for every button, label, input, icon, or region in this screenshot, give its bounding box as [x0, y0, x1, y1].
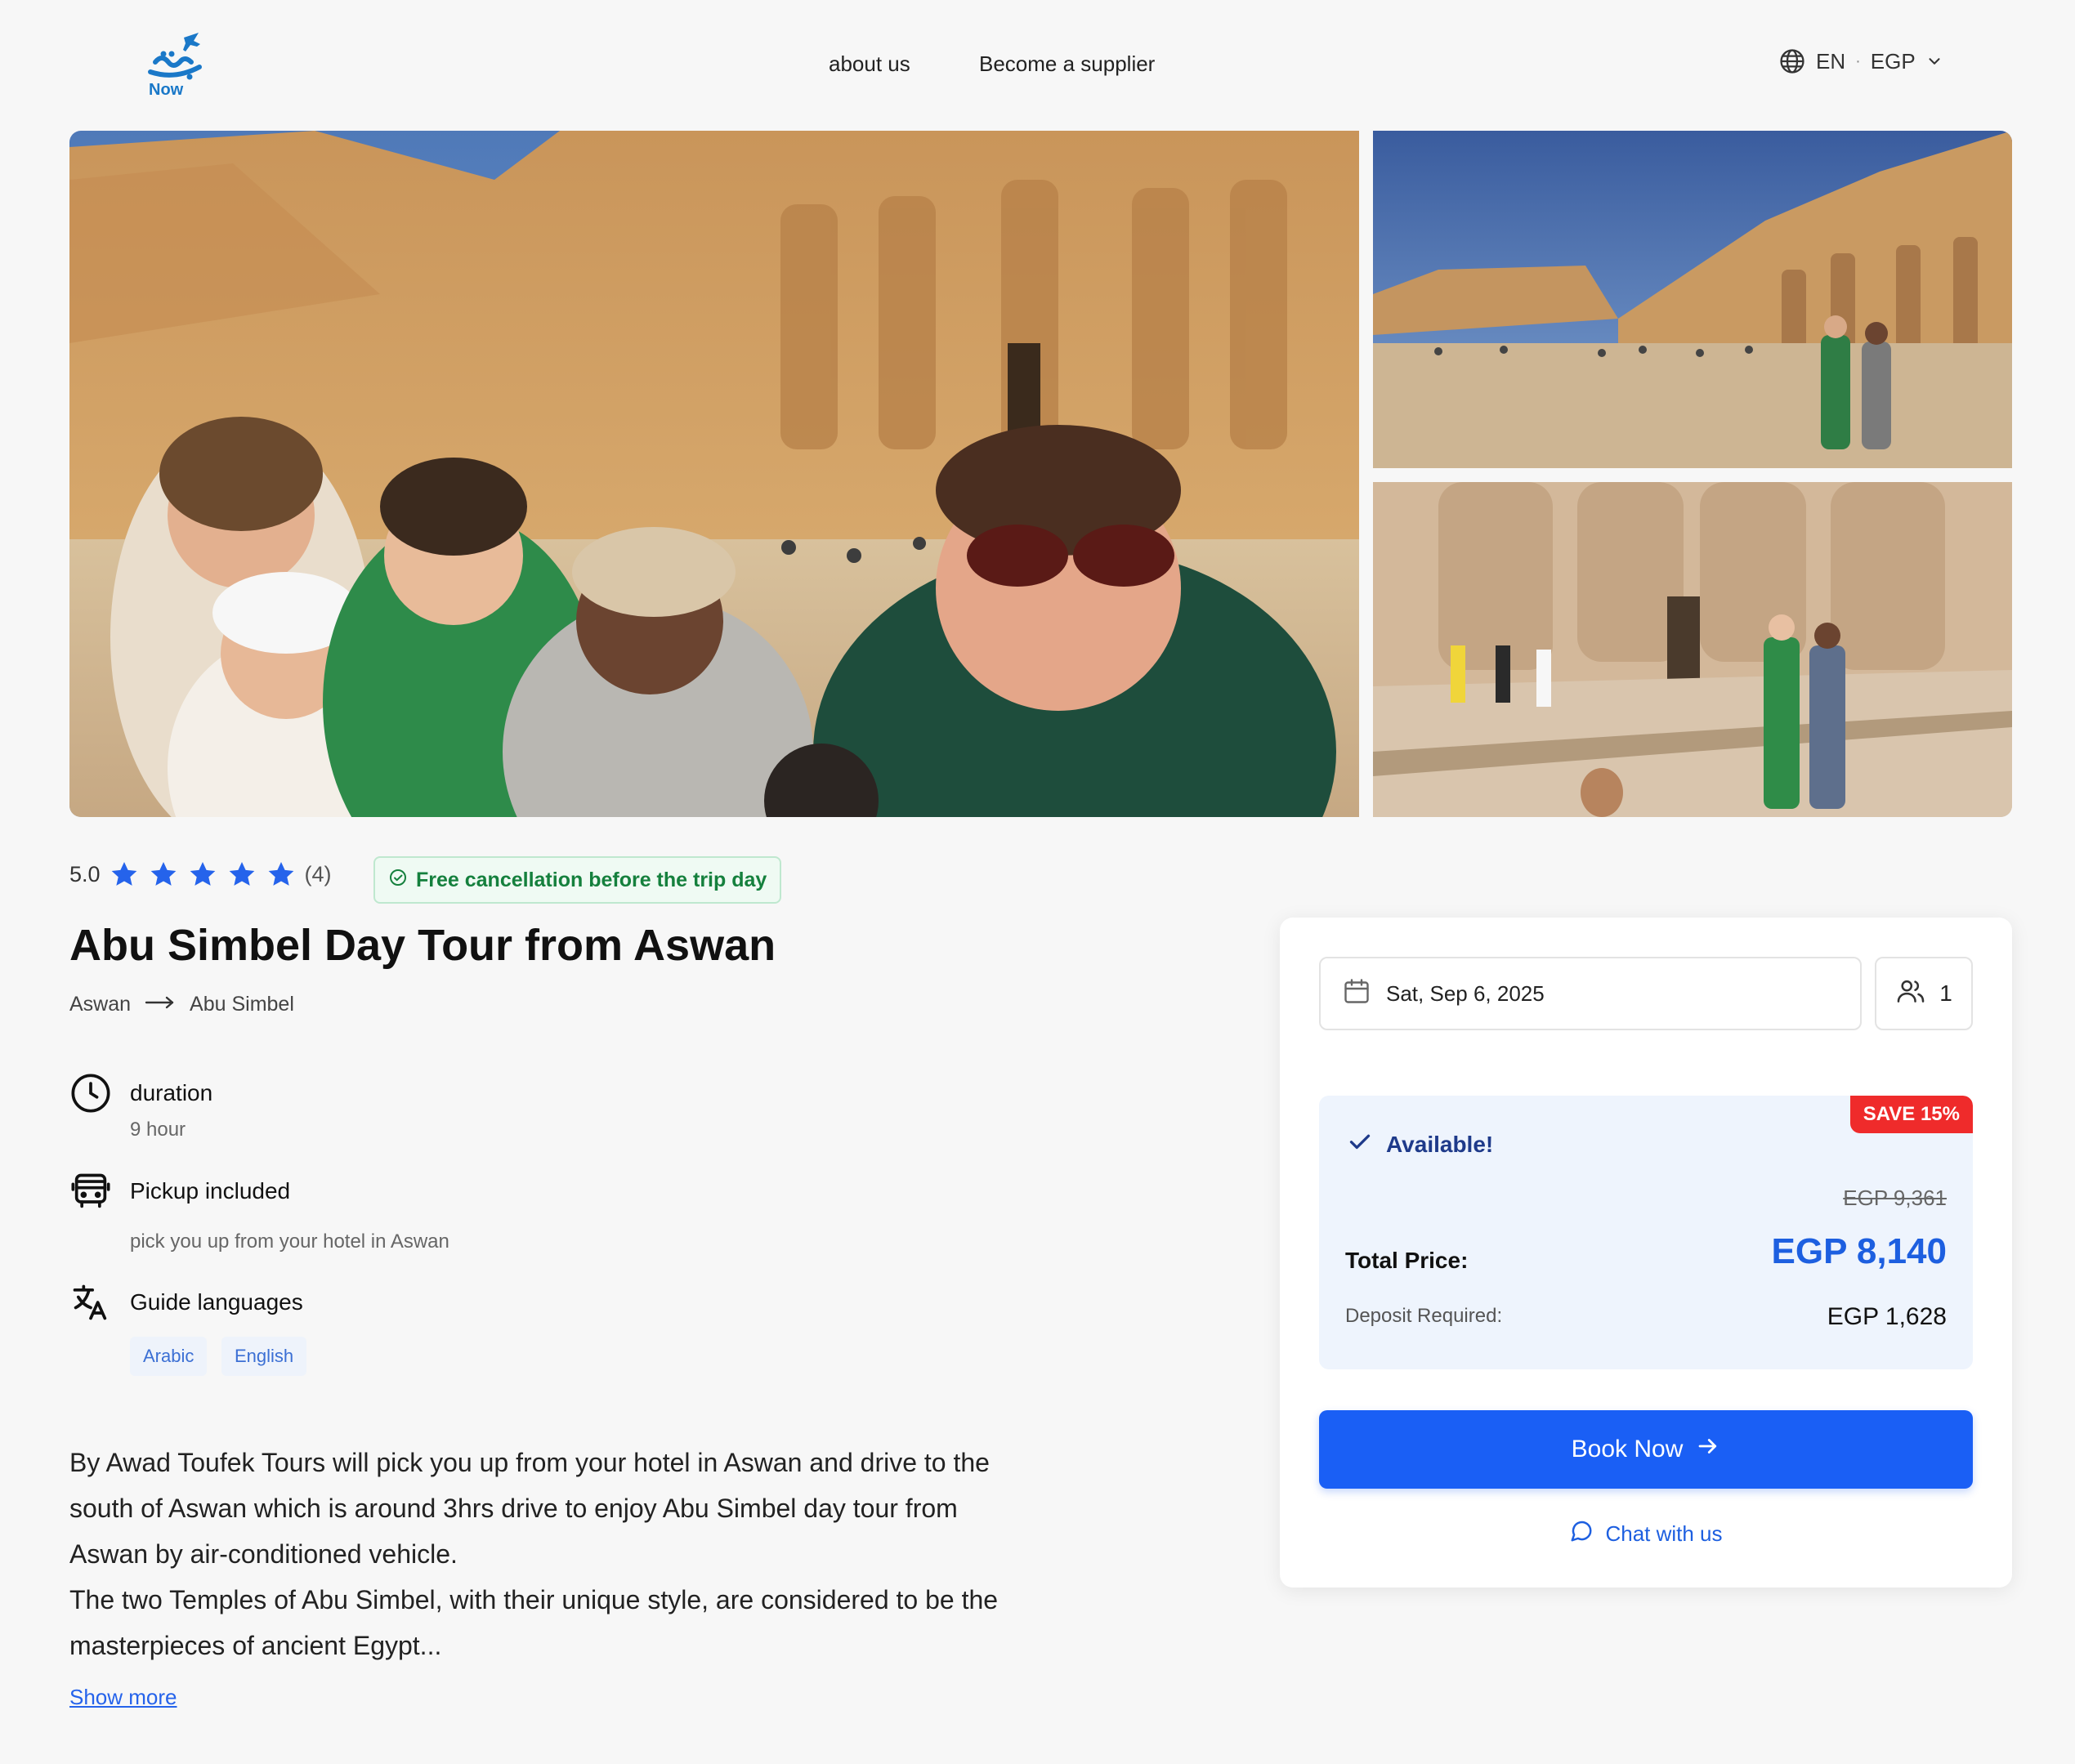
translate-icon [69, 1281, 112, 1324]
free-cancellation-badge: Free cancellation before the trip day [373, 856, 782, 904]
availability-panel: SAVE 15% Available! EGP 9,361 Total Pric… [1319, 1096, 1973, 1369]
chevron-down-icon [1925, 52, 1943, 70]
gallery-image-main[interactable] [69, 131, 1359, 817]
family-selfie-image [69, 131, 1359, 817]
check-icon [1345, 1127, 1375, 1162]
nav-become-supplier[interactable]: Become a supplier [979, 51, 1155, 77]
locale-separator: · [1855, 51, 1861, 70]
availability-status: Available! [1345, 1127, 1493, 1162]
gallery-image-top[interactable] [1373, 131, 2012, 468]
book-now-label: Book Now [1571, 1436, 1684, 1463]
date-picker[interactable]: Sat, Sep 6, 2025 [1319, 957, 1862, 1030]
deposit-value: EGP 1,628 [1827, 1303, 1947, 1330]
rating-value: 5.0 [69, 861, 101, 886]
show-more-link[interactable]: Show more [69, 1685, 177, 1710]
star-icon [229, 861, 254, 886]
locale-language: EN [1816, 48, 1846, 74]
site-header: Now about us Become a supplier EN · EGP [0, 0, 2075, 131]
statues-visitors-image [1373, 482, 2012, 817]
clock-icon [69, 1072, 112, 1114]
arrow-right-icon [144, 993, 177, 1016]
pickup-title: Pickup included [130, 1178, 291, 1204]
chat-with-us-label: Chat with us [1605, 1521, 1723, 1546]
review-count[interactable]: (4) [305, 862, 332, 887]
languages-title: Guide languages [130, 1289, 303, 1315]
star-icon [268, 861, 293, 886]
chat-with-us-link[interactable]: Chat with us [1280, 1519, 2012, 1549]
temples-wide-image [1373, 131, 2012, 468]
route: Aswan Abu Simbel [69, 993, 294, 1016]
bus-icon [69, 1170, 112, 1212]
nav-about-us[interactable]: about us [829, 51, 910, 77]
booking-card: Sat, Sep 6, 2025 1 SAVE 15% Available! E… [1280, 918, 2012, 1588]
photo-gallery [69, 131, 2012, 817]
logo-icon: Now [148, 33, 202, 99]
locale-currency: EGP [1870, 48, 1916, 74]
selected-date: Sat, Sep 6, 2025 [1386, 980, 1545, 1006]
star-icon [111, 861, 136, 886]
rating-row: 5.0 (4) [69, 856, 332, 892]
language-tag-arabic: Arabic [130, 1337, 208, 1376]
description-paragraph: The two Temples of Abu Simbel, with thei… [69, 1585, 999, 1660]
description-paragraph: By Awad Toufek Tours will pick you up fr… [69, 1448, 990, 1569]
users-icon [1895, 976, 1926, 1012]
book-now-button[interactable]: Book Now [1319, 1410, 1973, 1489]
star-icon [190, 861, 215, 886]
original-price: EGP 9,361 [1843, 1186, 1947, 1210]
route-to: Abu Simbel [190, 993, 294, 1016]
total-price-value: EGP 8,140 [1771, 1231, 1947, 1271]
pickup-value: pick you up from your hotel in Aswan [130, 1230, 449, 1253]
globe-icon [1778, 47, 1806, 75]
tour-description: By Awad Toufek Tours will pick you up fr… [69, 1440, 1017, 1668]
duration-title: duration [130, 1080, 213, 1105]
chat-bubble-icon [1569, 1519, 1594, 1549]
guest-count: 1 [1939, 980, 1952, 1006]
guest-selector[interactable]: 1 [1875, 957, 1973, 1030]
locale-selector[interactable]: EN · EGP [1778, 47, 1943, 75]
free-cancellation-text: Free cancellation before the trip day [416, 868, 767, 891]
gallery-image-bottom[interactable] [1373, 482, 2012, 817]
star-icon [150, 861, 176, 886]
language-tag-english: English [221, 1337, 307, 1376]
rating-stars [109, 859, 297, 890]
total-price-label: Total Price: [1345, 1248, 1469, 1273]
save-badge: SAVE 15% [1849, 1096, 1973, 1133]
deposit-label: Deposit Required: [1345, 1305, 1503, 1327]
page-title: Abu Simbel Day Tour from Aswan [69, 921, 776, 970]
logo-text: Now [149, 81, 184, 99]
check-circle-icon [388, 868, 408, 893]
availability-text: Available! [1386, 1131, 1494, 1157]
route-from: Aswan [69, 993, 132, 1016]
arrow-right-icon [1696, 1434, 1720, 1465]
brand-logo[interactable]: Now [139, 29, 212, 103]
duration-value: 9 hour [130, 1119, 186, 1141]
calendar-icon [1342, 976, 1371, 1012]
